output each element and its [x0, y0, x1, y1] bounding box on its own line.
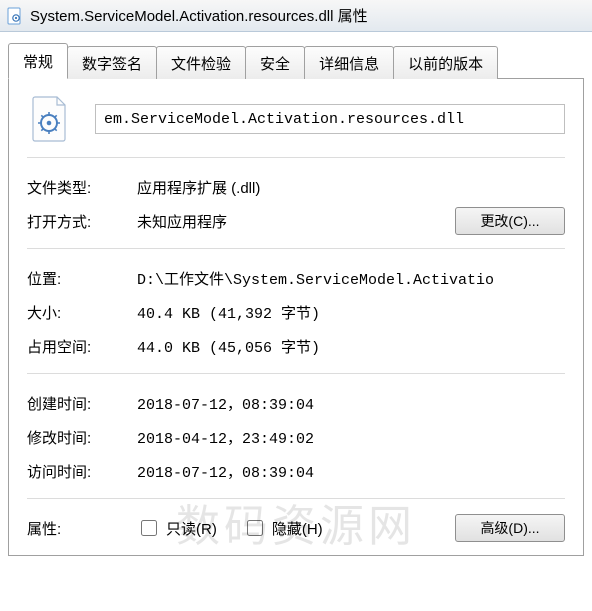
- file-type-value: 应用程序扩展 (.dll): [137, 177, 565, 198]
- window-title-icon: [6, 7, 24, 25]
- tab-details-label: 详细信息: [319, 56, 379, 73]
- attributes-label: 属性:: [27, 518, 127, 539]
- readonly-checkbox[interactable]: 只读(R): [137, 517, 217, 539]
- tab-file-check-label: 文件检验: [171, 56, 231, 73]
- location-value: D:\工作文件\System.ServiceModel.Activatio: [137, 268, 565, 289]
- tab-digital-signatures-label: 数字签名: [82, 56, 142, 73]
- accessed-value: 2018-07-12，08:39:04: [137, 461, 565, 482]
- created-label: 创建时间:: [27, 393, 127, 414]
- tab-general[interactable]: 常规: [8, 43, 68, 79]
- modified-value: 2018-04-12，23:49:02: [137, 427, 565, 448]
- hidden-checkbox-label: 隐藏(H): [272, 518, 323, 539]
- size-on-disk-value: 44.0 KB (45,056 字节): [137, 336, 565, 357]
- tab-general-label: 常规: [23, 54, 53, 71]
- separator: [27, 498, 565, 499]
- tab-previous-versions[interactable]: 以前的版本: [393, 46, 498, 79]
- file-type-icon: [27, 95, 75, 143]
- general-panel: 文件类型: 应用程序扩展 (.dll) 打开方式: 未知应用程序 更改(C)..…: [8, 79, 584, 556]
- separator: [27, 373, 565, 374]
- window-title: System.ServiceModel.Activation.resources…: [30, 5, 368, 26]
- tab-security-label: 安全: [260, 56, 290, 73]
- size-label: 大小:: [27, 302, 127, 323]
- opens-with-value: 未知应用程序: [137, 211, 445, 232]
- size-on-disk-label: 占用空间:: [27, 336, 127, 357]
- file-type-label: 文件类型:: [27, 177, 127, 198]
- size-value: 40.4 KB (41,392 字节): [137, 302, 565, 323]
- advanced-button[interactable]: 高级(D)...: [455, 514, 565, 542]
- accessed-label: 访问时间:: [27, 461, 127, 482]
- readonly-checkbox-input[interactable]: [141, 520, 157, 536]
- tab-file-check[interactable]: 文件检验: [156, 46, 246, 79]
- separator: [27, 248, 565, 249]
- change-button-label: 更改(C)...: [480, 213, 539, 229]
- created-value: 2018-07-12，08:39:04: [137, 393, 565, 414]
- readonly-checkbox-label: 只读(R): [166, 518, 217, 539]
- tab-security[interactable]: 安全: [245, 46, 305, 79]
- hidden-checkbox-input[interactable]: [247, 520, 263, 536]
- filename-input[interactable]: [95, 104, 565, 134]
- change-button[interactable]: 更改(C)...: [455, 207, 565, 235]
- opens-with-label: 打开方式:: [27, 211, 127, 232]
- window-titlebar: System.ServiceModel.Activation.resources…: [0, 0, 592, 32]
- tab-digital-signatures[interactable]: 数字签名: [67, 46, 157, 79]
- modified-label: 修改时间:: [27, 427, 127, 448]
- tab-previous-versions-label: 以前的版本: [408, 56, 483, 73]
- tab-details[interactable]: 详细信息: [304, 46, 394, 79]
- separator: [27, 157, 565, 158]
- hidden-checkbox[interactable]: 隐藏(H): [243, 517, 323, 539]
- location-label: 位置:: [27, 268, 127, 289]
- advanced-button-label: 高级(D)...: [480, 520, 539, 536]
- tab-strip: 常规 数字签名 文件检验 安全 详细信息 以前的版本: [8, 42, 584, 79]
